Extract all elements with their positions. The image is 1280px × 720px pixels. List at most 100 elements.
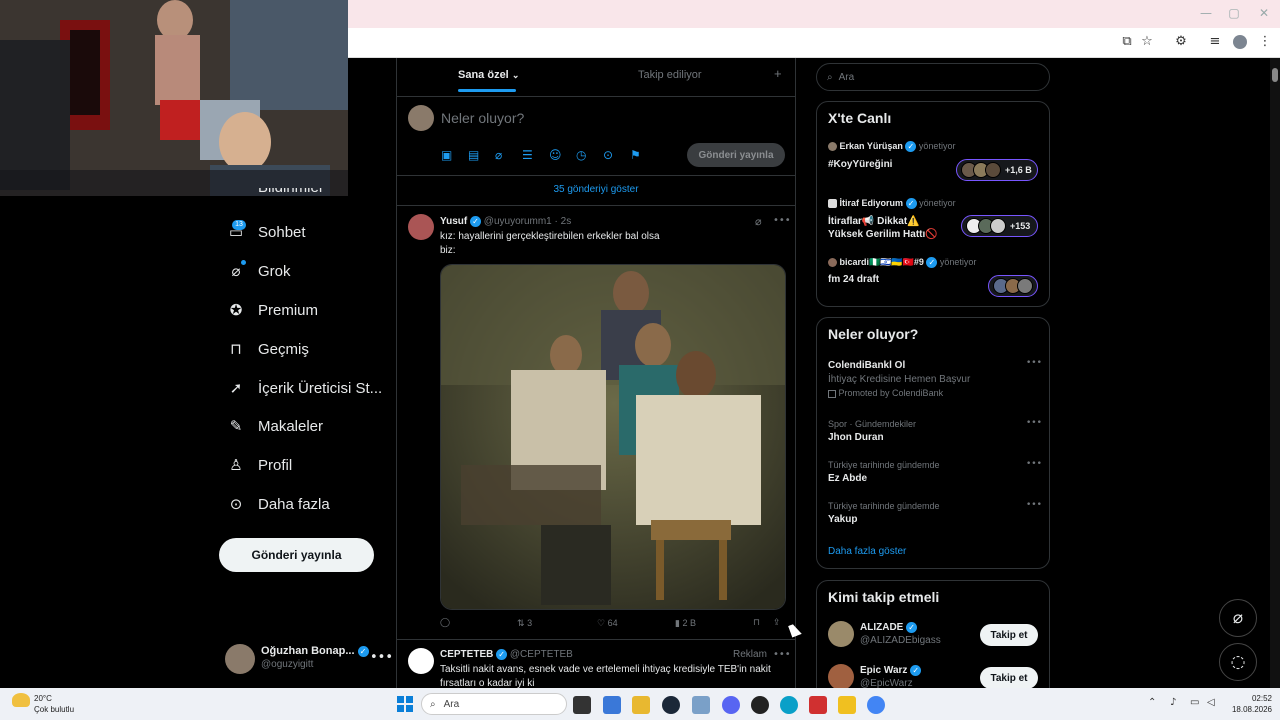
follow-user-avatar[interactable] xyxy=(828,621,854,647)
reply-icon[interactable]: ◯ xyxy=(440,618,450,628)
flag-icon[interactable]: ⚑ xyxy=(630,148,644,162)
nav-item-bookmarks[interactable]: ⊓ Geçmiş xyxy=(228,335,309,363)
task-view-icon[interactable] xyxy=(573,696,591,714)
search-input[interactable]: Ara xyxy=(839,72,855,83)
tweet-handle[interactable]: @uyuyorumm1 xyxy=(484,216,552,227)
grok-icon[interactable]: ⌀ xyxy=(495,148,509,162)
scrollbar-thumb[interactable] xyxy=(1272,68,1278,82)
chrome-icon[interactable] xyxy=(867,696,885,714)
tab-following[interactable]: Takip ediliyor xyxy=(638,69,702,81)
tweet-author-name[interactable]: Yusuf xyxy=(440,216,467,227)
app-icon[interactable] xyxy=(838,696,856,714)
follow-button[interactable]: Takip et xyxy=(980,624,1038,646)
menu-dots-icon[interactable]: ⋮ xyxy=(1256,34,1274,52)
clock[interactable]: 02:52 18.08.2026 xyxy=(1226,693,1272,715)
emoji-icon[interactable]: ☺ xyxy=(549,148,563,162)
follow-user[interactable]: Epic Warz ✓ @EpicWarz xyxy=(860,665,922,689)
follow-button[interactable]: Takip et xyxy=(980,667,1038,689)
show-more-link[interactable]: Daha fazla göster xyxy=(828,546,906,557)
tweet-media[interactable] xyxy=(440,264,786,610)
grok-explain-icon[interactable]: ⌀ xyxy=(755,215,762,228)
trend-item[interactable]: Türkiye tarihinde gündemde Yakup xyxy=(828,501,940,525)
tweet-time[interactable]: · 2s xyxy=(555,216,572,227)
maximize-icon[interactable]: ▢ xyxy=(1224,6,1244,22)
account-menu-icon[interactable]: ••• xyxy=(370,650,393,665)
messages-float-button[interactable]: ◌ xyxy=(1219,643,1257,681)
minimize-icon[interactable]: — xyxy=(1196,6,1216,22)
follow-user[interactable]: ALIZADE ✓ @ALIZADEbigass xyxy=(860,622,941,646)
trend-item[interactable]: Türkiye tarihinde gündemde Ez Abde xyxy=(828,460,940,484)
live-space-host[interactable]: bicardi🇳🇬🇮🇱🇺🇦🇹🇷#9 ✓ yönetiyor xyxy=(828,257,976,269)
nav-item-premium[interactable]: ✪ Premium xyxy=(228,296,318,324)
poll-icon[interactable]: ☰ xyxy=(522,148,536,162)
install-app-icon[interactable]: ⧉ xyxy=(1118,34,1136,52)
extensions-icon[interactable]: ⚙ xyxy=(1172,34,1190,52)
bookmark-icon[interactable]: ⊓ xyxy=(753,618,760,628)
star-icon[interactable]: ☆ xyxy=(1138,34,1156,52)
composer-input[interactable]: Neler oluyor? xyxy=(441,110,524,126)
share-icon[interactable]: ⇪ xyxy=(773,618,781,628)
network-icon[interactable]: ▭ xyxy=(1190,697,1199,708)
microphone-icon[interactable]: ♪ xyxy=(1170,697,1176,708)
nav-item-profile[interactable]: ♙ Profil xyxy=(228,451,292,479)
app-icon[interactable] xyxy=(809,696,827,714)
live-space-title[interactable]: İtiraflar📢 Dikkat⚠️ Yüksek Gerilim Hattı… xyxy=(828,215,938,241)
tray-chevron-icon[interactable]: ⌃ xyxy=(1148,697,1156,708)
follow-user-avatar[interactable] xyxy=(828,664,854,690)
taskbar-search[interactable]: ⌕ Ara xyxy=(421,693,567,715)
views-action[interactable]: ▮ 2 B xyxy=(675,618,696,629)
live-listeners[interactable]: +1,6 B xyxy=(956,159,1038,181)
nav-item-grok[interactable]: ⌀ Grok xyxy=(228,257,290,285)
search-box[interactable]: ⌕ Ara xyxy=(816,63,1050,91)
like-action[interactable]: ♡ 64 xyxy=(597,618,618,629)
add-tab-icon[interactable]: + xyxy=(774,66,782,81)
start-button[interactable] xyxy=(397,696,413,712)
grok-float-button[interactable]: ⌀ xyxy=(1219,599,1257,637)
retweet-action[interactable]: ⇅ 3 xyxy=(517,618,532,629)
live-space-title[interactable]: #KoyYüreğini xyxy=(828,159,892,170)
promoted-trend[interactable]: ColendiBankl Ol İhtiyaç Kredisine Hemen … xyxy=(828,360,1038,398)
ad-avatar[interactable] xyxy=(408,648,434,674)
live-listeners[interactable] xyxy=(988,275,1038,297)
show-new-posts-link[interactable]: 35 gönderiyi göster xyxy=(397,184,795,195)
nav-item-notifications-partial[interactable]: Bildirimler xyxy=(258,188,324,196)
location-icon[interactable]: ⊙ xyxy=(603,148,617,162)
trend-item[interactable]: Spor · Gündemdekiler Jhon Duran xyxy=(828,419,916,443)
edge-icon[interactable] xyxy=(780,696,798,714)
volume-icon[interactable]: ◁ xyxy=(1207,697,1215,708)
store-icon[interactable] xyxy=(603,696,621,714)
image-icon[interactable]: ▣ xyxy=(441,148,455,162)
live-space-title[interactable]: fm 24 draft xyxy=(828,274,879,285)
weather-icon[interactable] xyxy=(12,693,30,707)
ad-more-icon[interactable]: ••• xyxy=(773,649,791,660)
trend-more-icon[interactable]: ••• xyxy=(1026,358,1042,368)
account-avatar[interactable] xyxy=(225,644,255,674)
app-icon[interactable] xyxy=(751,696,769,714)
schedule-icon[interactable]: ◷ xyxy=(576,148,590,162)
tweet-more-icon[interactable]: ••• xyxy=(773,215,791,226)
nav-item-articles[interactable]: ✎ Makaleler xyxy=(228,412,323,440)
ad-handle[interactable]: @CEPTETEB xyxy=(510,649,573,660)
weather-widget[interactable]: 20°C Çok bulutlu xyxy=(34,693,74,715)
trend-more-icon[interactable]: ••• xyxy=(1026,418,1042,428)
live-listeners[interactable]: +153 xyxy=(961,215,1038,237)
profile-avatar-icon[interactable] xyxy=(1233,35,1247,49)
tweet-avatar[interactable] xyxy=(408,214,434,240)
post-button[interactable]: Gönderi yayınla xyxy=(219,538,374,572)
trend-more-icon[interactable]: ••• xyxy=(1026,500,1042,510)
discord-icon[interactable] xyxy=(722,696,740,714)
account-name[interactable]: Oğuzhan Bonap... ✓ xyxy=(261,645,369,657)
file-explorer-icon[interactable] xyxy=(632,696,650,714)
gif-icon[interactable]: ▤ xyxy=(468,148,482,162)
close-icon[interactable]: ✕ xyxy=(1254,6,1274,22)
tab-for-you[interactable]: Sana özel ⌄ xyxy=(458,69,519,81)
nav-item-more[interactable]: ⊙ Daha fazla xyxy=(228,490,330,518)
composer-post-button[interactable]: Gönderi yayınla xyxy=(687,143,785,167)
page-scrollbar[interactable] xyxy=(1270,58,1280,688)
live-space-host[interactable]: İtiraf Ediyorum ✓ yönetiyor xyxy=(828,198,956,210)
nav-item-creator-studio[interactable]: ➚ İçerik Üreticisi St... xyxy=(228,374,382,402)
media-icon[interactable]: ≡ xyxy=(1206,34,1224,52)
live-space-host[interactable]: Erkan Yürüşan ✓ yönetiyor xyxy=(828,141,955,153)
ad-author-name[interactable]: CEPTETEB xyxy=(440,649,493,660)
steam-icon[interactable] xyxy=(662,696,680,714)
